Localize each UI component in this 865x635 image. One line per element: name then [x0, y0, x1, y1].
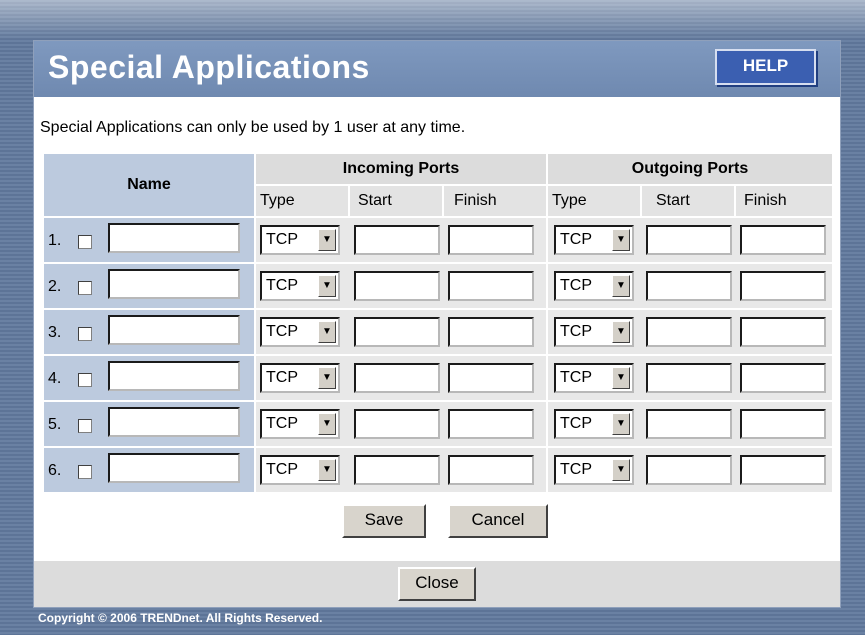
outgoing-finish-input[interactable] — [740, 363, 826, 393]
incoming-type-value: TCP — [266, 369, 298, 386]
chevron-down-icon[interactable]: ▼ — [612, 367, 630, 389]
incoming-type-select[interactable]: TCP ▼ — [260, 317, 340, 347]
incoming-start-input[interactable] — [354, 271, 440, 301]
outgoing-finish-header: Finish — [736, 186, 832, 216]
outgoing-type-select[interactable]: TCP ▼ — [554, 317, 634, 347]
outgoing-type-select[interactable]: TCP ▼ — [554, 455, 634, 485]
row-number: 1. — [48, 232, 62, 249]
outgoing-start-input[interactable] — [646, 409, 732, 439]
close-button[interactable]: Close — [398, 567, 476, 601]
application-name-input[interactable] — [108, 361, 240, 391]
incoming-type-value: TCP — [266, 277, 298, 294]
chevron-down-icon[interactable]: ▼ — [612, 275, 630, 297]
row-number: 3. — [48, 324, 62, 341]
chevron-down-icon[interactable]: ▼ — [612, 413, 630, 435]
application-name-input[interactable] — [108, 269, 240, 299]
page-title: Special Applications — [48, 49, 370, 85]
application-name-input[interactable] — [108, 453, 240, 483]
outgoing-type-header: Type — [548, 186, 640, 216]
outgoing-type-value: TCP — [560, 369, 592, 386]
chevron-down-icon[interactable]: ▼ — [612, 229, 630, 251]
chevron-down-icon[interactable]: ▼ — [318, 367, 336, 389]
row-number: 4. — [48, 370, 62, 387]
incoming-finish-input[interactable] — [448, 455, 534, 485]
incoming-type-header: Type — [256, 186, 348, 216]
row-enable-checkbox[interactable] — [78, 235, 92, 249]
incoming-ports-header: Incoming Ports — [256, 154, 546, 184]
incoming-start-input[interactable] — [354, 225, 440, 255]
chevron-down-icon[interactable]: ▼ — [612, 459, 630, 481]
copyright-text: Copyright © 2006 TRENDnet. All Rights Re… — [38, 611, 323, 625]
application-name-input[interactable] — [108, 407, 240, 437]
help-button[interactable]: HELP — [715, 49, 816, 85]
incoming-finish-input[interactable] — [448, 317, 534, 347]
incoming-type-select[interactable]: TCP ▼ — [260, 455, 340, 485]
outgoing-start-input[interactable] — [646, 317, 732, 347]
chevron-down-icon[interactable]: ▼ — [318, 275, 336, 297]
row-enable-checkbox[interactable] — [78, 465, 92, 479]
description-text: Special Applications can only be used by… — [40, 119, 466, 136]
chevron-down-icon[interactable]: ▼ — [318, 413, 336, 435]
incoming-type-select[interactable]: TCP ▼ — [260, 409, 340, 439]
outgoing-finish-input[interactable] — [740, 317, 826, 347]
row-number: 2. — [48, 278, 62, 295]
incoming-type-value: TCP — [266, 323, 298, 340]
incoming-finish-input[interactable] — [448, 409, 534, 439]
outgoing-start-input[interactable] — [646, 271, 732, 301]
application-name-input[interactable] — [108, 223, 240, 253]
incoming-type-select[interactable]: TCP ▼ — [260, 363, 340, 393]
outgoing-start-input[interactable] — [646, 455, 732, 485]
outgoing-type-select[interactable]: TCP ▼ — [554, 271, 634, 301]
incoming-type-value: TCP — [266, 231, 298, 248]
row-number: 5. — [48, 416, 62, 433]
incoming-start-input[interactable] — [354, 455, 440, 485]
row-enable-checkbox[interactable] — [78, 419, 92, 433]
incoming-start-header: Start — [350, 186, 442, 216]
incoming-finish-header: Finish — [444, 186, 546, 216]
outgoing-ports-header: Outgoing Ports — [548, 154, 832, 184]
incoming-finish-input[interactable] — [448, 363, 534, 393]
incoming-type-value: TCP — [266, 415, 298, 432]
save-button[interactable]: Save — [342, 504, 426, 538]
outgoing-start-input[interactable] — [646, 225, 732, 255]
row-enable-checkbox[interactable] — [78, 281, 92, 295]
incoming-start-input[interactable] — [354, 409, 440, 439]
incoming-type-value: TCP — [266, 461, 298, 478]
outgoing-type-value: TCP — [560, 231, 592, 248]
cancel-button[interactable]: Cancel — [448, 504, 548, 538]
outgoing-finish-input[interactable] — [740, 409, 826, 439]
chevron-down-icon[interactable]: ▼ — [318, 321, 336, 343]
outgoing-finish-input[interactable] — [740, 455, 826, 485]
chevron-down-icon[interactable]: ▼ — [318, 459, 336, 481]
chevron-down-icon[interactable]: ▼ — [612, 321, 630, 343]
footer-bar: Close — [34, 561, 840, 607]
outgoing-type-select[interactable]: TCP ▼ — [554, 363, 634, 393]
application-name-input[interactable] — [108, 315, 240, 345]
incoming-type-select[interactable]: TCP ▼ — [260, 225, 340, 255]
row-enable-checkbox[interactable] — [78, 373, 92, 387]
incoming-finish-input[interactable] — [448, 225, 534, 255]
title-bar: Special Applications HELP — [34, 41, 840, 97]
outgoing-finish-input[interactable] — [740, 225, 826, 255]
incoming-finish-input[interactable] — [448, 271, 534, 301]
name-column-header: Name — [44, 154, 254, 216]
outgoing-finish-input[interactable] — [740, 271, 826, 301]
row-number: 6. — [48, 462, 62, 479]
outgoing-type-value: TCP — [560, 277, 592, 294]
outgoing-type-value: TCP — [560, 323, 592, 340]
outgoing-start-input[interactable] — [646, 363, 732, 393]
outgoing-type-value: TCP — [560, 461, 592, 478]
incoming-type-select[interactable]: TCP ▼ — [260, 271, 340, 301]
background-highlight — [0, 0, 865, 40]
incoming-start-input[interactable] — [354, 317, 440, 347]
row-enable-checkbox[interactable] — [78, 327, 92, 341]
incoming-start-input[interactable] — [354, 363, 440, 393]
outgoing-type-select[interactable]: TCP ▼ — [554, 225, 634, 255]
outgoing-start-header: Start — [642, 186, 734, 216]
outgoing-type-select[interactable]: TCP ▼ — [554, 409, 634, 439]
special-applications-panel: Special Applications HELP Special Applic… — [33, 40, 841, 608]
outgoing-type-value: TCP — [560, 415, 592, 432]
chevron-down-icon[interactable]: ▼ — [318, 229, 336, 251]
